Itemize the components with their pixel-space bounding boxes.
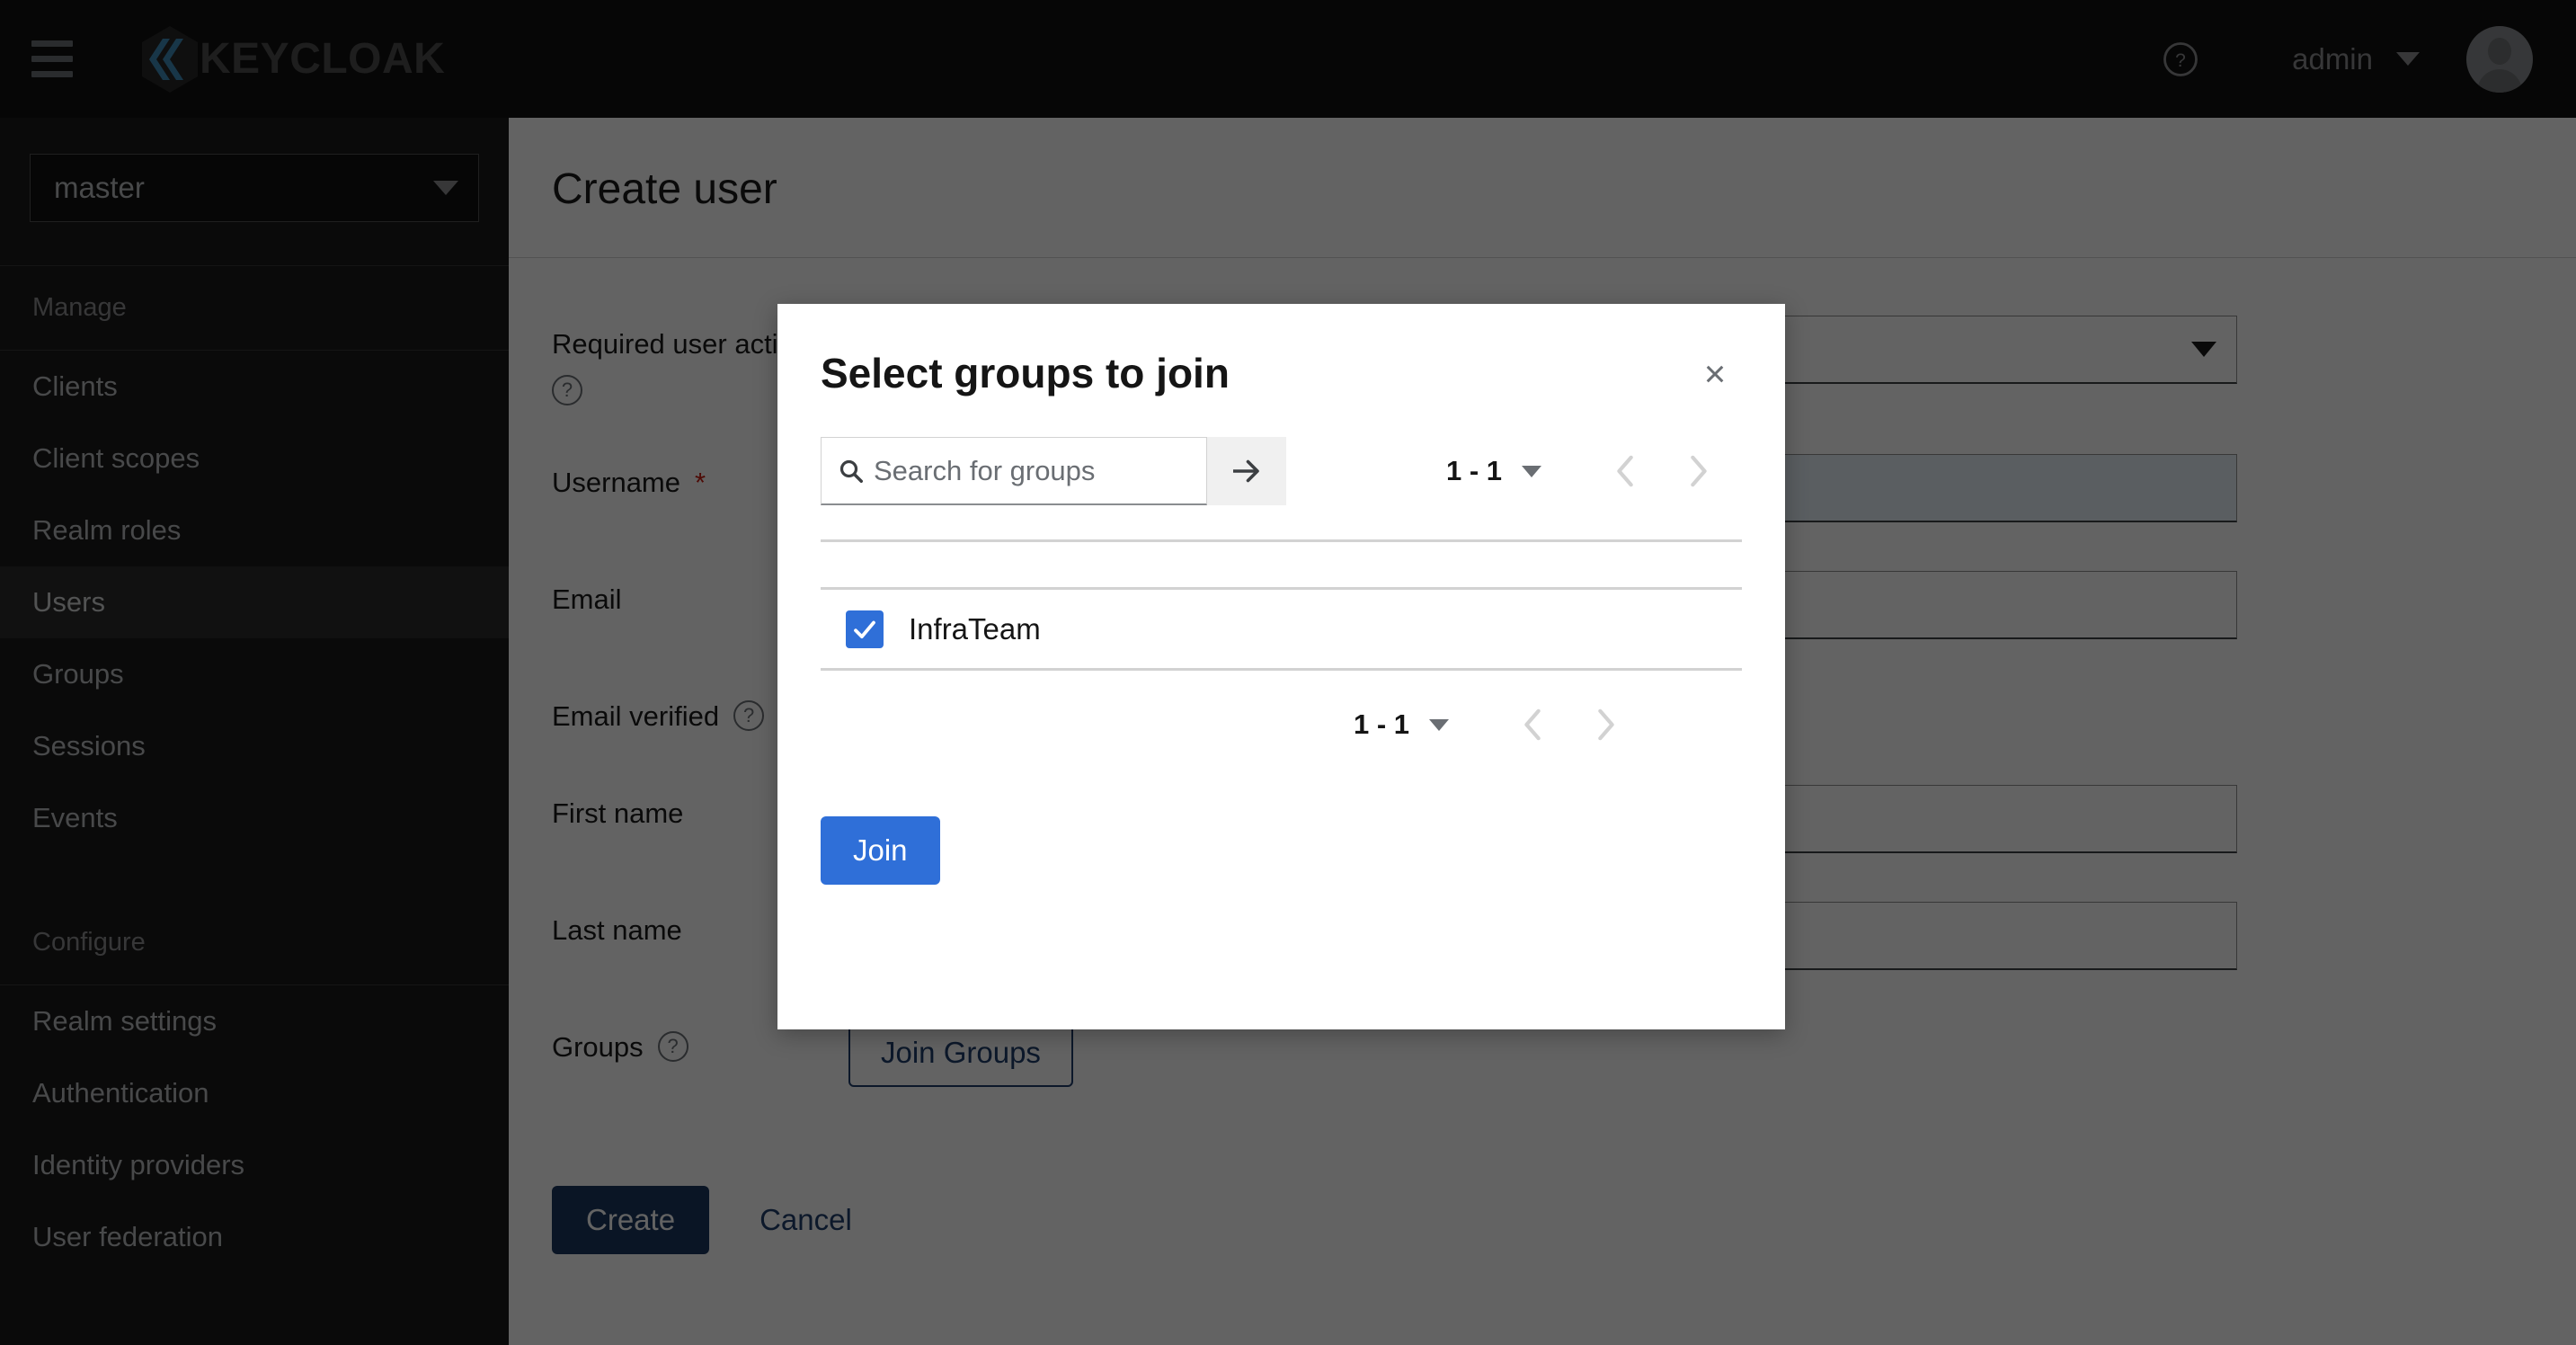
groups-table-header-row: [821, 539, 1742, 590]
keycloak-admin-console: Create user Required user actions ? User…: [0, 0, 2576, 1345]
table-row[interactable]: InfraTeam: [821, 590, 1742, 671]
arrow-right-icon[interactable]: [1207, 437, 1286, 505]
groups-table: InfraTeam: [821, 539, 1742, 671]
modal-body: 1 - 1: [777, 401, 1785, 759]
pagination-top-count: 1 - 1: [1446, 455, 1503, 486]
pagination-bottom-prev-button[interactable]: [1497, 690, 1569, 759]
group-search-field: [821, 437, 1207, 505]
join-button[interactable]: Join: [821, 816, 940, 885]
group-checkbox-infrateam[interactable]: [846, 610, 884, 648]
pagination-top-next-button[interactable]: [1662, 437, 1734, 505]
modal-toolbar: 1 - 1: [821, 437, 1742, 505]
chevron-left-icon: [1523, 708, 1544, 742]
pagination-bottom-next-button[interactable]: [1569, 690, 1641, 759]
modal-toolbar-bottom: 1 - 1: [821, 690, 1742, 759]
chevron-right-icon: [1594, 708, 1616, 742]
chevron-left-icon: [1615, 454, 1637, 488]
modal-header: Select groups to join ×: [777, 304, 1785, 401]
caret-down-icon: [1522, 465, 1542, 477]
group-search-group: [821, 437, 1286, 505]
caret-down-icon: [1429, 718, 1449, 731]
search-icon: [838, 458, 865, 485]
select-groups-modal: Select groups to join × Search for group…: [777, 304, 1785, 1029]
modal-title: Select groups to join: [821, 350, 1230, 396]
pagination-bottom: 1 - 1: [1354, 690, 1641, 759]
search-input[interactable]: [874, 454, 1206, 487]
pagination-top-count-dropdown[interactable]: 1 - 1: [1446, 455, 1542, 487]
modal-footer: Join: [777, 759, 1785, 885]
pagination-top: 1 - 1: [1446, 437, 1734, 505]
pagination-bottom-count-dropdown[interactable]: 1 - 1: [1354, 708, 1449, 741]
chevron-right-icon: [1687, 454, 1709, 488]
pagination-bottom-count: 1 - 1: [1353, 708, 1409, 740]
close-x-icon[interactable]: ×: [1688, 347, 1742, 401]
group-name-label: InfraTeam: [909, 611, 1041, 646]
pagination-top-prev-button[interactable]: [1590, 437, 1662, 505]
